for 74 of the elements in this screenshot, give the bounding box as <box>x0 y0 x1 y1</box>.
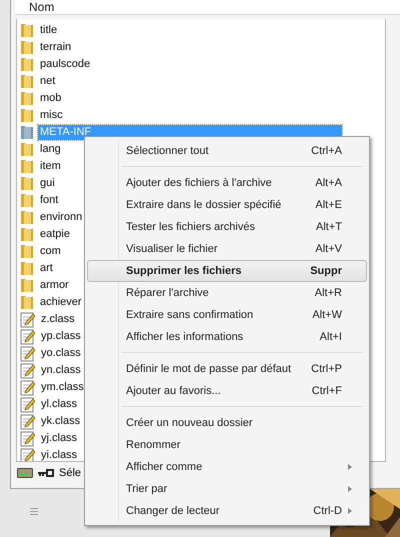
file-name[interactable]: font <box>38 193 60 208</box>
file-name[interactable]: title <box>38 23 60 38</box>
menu-item[interactable]: Trier par <box>87 478 367 500</box>
file-pencil-icon <box>20 312 35 328</box>
folder-icon <box>20 142 34 157</box>
file-pencil-icon <box>20 380 35 396</box>
file-name[interactable]: item <box>38 159 63 174</box>
folder-icon <box>20 74 34 89</box>
file-name[interactable]: mob <box>38 91 64 106</box>
file-name[interactable]: yj.class <box>39 431 80 446</box>
folder-icon <box>20 57 34 72</box>
submenu-arrow-icon <box>348 486 352 492</box>
folder-icon <box>20 23 34 38</box>
file-pencil-icon <box>20 414 35 430</box>
file-pencil-icon <box>20 328 35 344</box>
file-name[interactable]: gui <box>38 176 57 191</box>
folder-icon <box>20 278 34 293</box>
folder-icon <box>20 176 34 191</box>
file-name[interactable]: yp.class <box>39 329 83 344</box>
menu-item[interactable]: Afficher comme <box>87 456 367 478</box>
file-name[interactable]: com <box>38 244 63 259</box>
folder-icon <box>20 159 34 174</box>
menu-item[interactable]: Tester les fichiers archivés Alt+T <box>87 216 367 238</box>
file-name[interactable]: lang <box>38 142 63 157</box>
menu-item[interactable]: Changer de lecteur Ctrl-D <box>87 500 367 522</box>
file-name[interactable]: ym.class <box>39 380 86 395</box>
grip-icon[interactable] <box>30 508 38 515</box>
menu-item[interactable]: Ajouter au favoris... Ctrl+F <box>87 380 367 402</box>
submenu-arrow-icon <box>348 464 352 470</box>
folder-icon <box>20 261 34 276</box>
file-name[interactable]: misc <box>38 108 65 123</box>
file-name[interactable]: eatpie <box>38 227 72 242</box>
menu-item[interactable]: Visualiser le fichier Alt+V <box>87 238 367 260</box>
file-name[interactable]: art <box>38 261 55 276</box>
column-header[interactable]: Nom <box>15 0 400 15</box>
menu-item[interactable]: Réparer l'archive Alt+R <box>87 282 367 304</box>
folder-icon <box>20 295 34 310</box>
drive-icon <box>17 468 33 478</box>
menu-item[interactable]: Extraire dans le dossier spécifié Alt+E <box>87 194 367 216</box>
folder-icon <box>20 91 34 106</box>
key-icon <box>38 468 54 476</box>
menu-item[interactable]: Ajouter des fichiers à l'archive Alt+A <box>87 172 367 194</box>
folder-icon <box>20 227 34 242</box>
file-name[interactable]: terrain <box>38 40 74 55</box>
menu-item[interactable]: Afficher les informations Alt+I <box>87 326 367 348</box>
file-name[interactable]: yn.class <box>39 363 83 378</box>
file-name[interactable]: environn <box>38 210 84 225</box>
file-name[interactable]: armor <box>38 278 71 293</box>
file-pencil-icon <box>20 396 35 412</box>
folder-icon <box>20 193 34 208</box>
menu-item[interactable]: Créer un nouveau dossier <box>87 412 367 434</box>
folder-icon <box>20 125 34 140</box>
file-name[interactable]: yl.class <box>39 397 80 412</box>
menu-item[interactable]: Définir le mot de passe par défaut Ctrl+P <box>87 358 367 380</box>
folder-icon <box>20 40 34 55</box>
file-pencil-icon <box>20 430 35 446</box>
file-name[interactable]: z.class <box>39 312 77 327</box>
file-pencil-icon <box>20 362 35 378</box>
file-name[interactable]: yi.class <box>39 448 80 461</box>
folder-icon <box>20 210 34 225</box>
menu-item[interactable]: Supprimer les fichiers Suppr <box>87 260 367 282</box>
file-name[interactable]: yk.class <box>39 414 82 429</box>
file-name[interactable]: net <box>38 74 58 89</box>
file-name[interactable]: achiever <box>38 295 84 310</box>
status-text: Séle <box>59 466 82 478</box>
menu-item[interactable]: Renommer <box>87 434 367 456</box>
folder-icon <box>20 108 34 123</box>
submenu-arrow-icon <box>348 508 352 514</box>
folder-icon <box>20 244 34 259</box>
file-name[interactable]: paulscode <box>38 57 92 72</box>
file-pencil-icon <box>20 346 35 362</box>
file-name[interactable]: yo.class <box>39 346 83 361</box>
menu-item[interactable]: Sélectionner tout Ctrl+A <box>87 140 367 162</box>
menu-item[interactable]: Extraire sans confirmation Alt+W <box>87 304 367 326</box>
